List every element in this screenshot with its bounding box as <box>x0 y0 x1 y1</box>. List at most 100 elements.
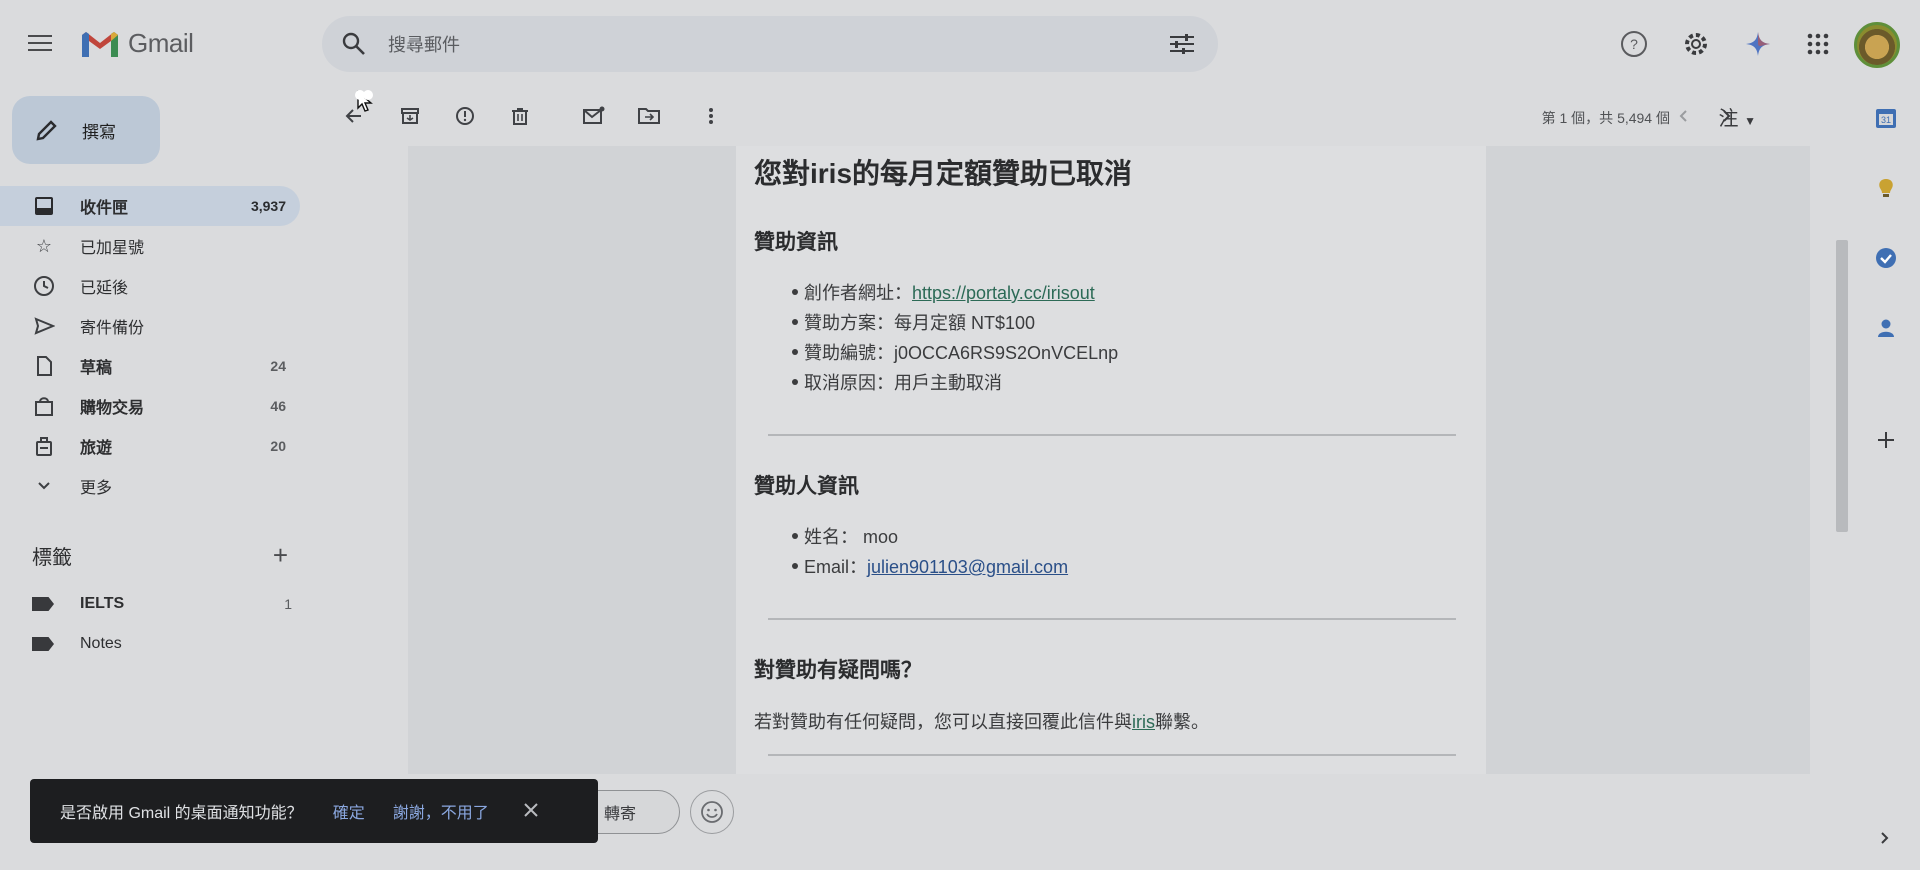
sidebar-item-starred[interactable]: ☆ 已加星號 <box>0 226 300 266</box>
item-count: 46 <box>270 398 286 414</box>
pencil-icon <box>36 120 57 141</box>
label-tag-icon <box>32 637 54 651</box>
sidebar-item-label: 草稿 <box>80 360 113 377</box>
sponsorship-id-text: 贊助編號：j0OCCA6RS9S2OnVCELnp <box>804 343 1119 363</box>
search-bar[interactable]: 搜尋郵件 <box>322 16 1218 72</box>
sidebar-item-label: 更多 <box>80 480 113 497</box>
more-vertical-icon[interactable] <box>697 102 725 130</box>
notification-snackbar: 是否啟用 Gmail 的桌面通知功能？ 確定 謝謝，不用了 <box>30 779 598 843</box>
caret-down-icon: ▼ <box>1744 114 1756 128</box>
divider <box>768 434 1456 436</box>
archive-icon[interactable] <box>396 102 424 130</box>
gmail-m-icon <box>82 31 118 57</box>
search-options-icon[interactable] <box>1170 34 1194 54</box>
sponsor-info-list: 姓名： moo Email：julien901103@gmail.com <box>754 521 1454 581</box>
top-bar: Gmail 搜尋郵件 ? <box>0 0 1920 88</box>
sidebar-item-label: 收件匣 <box>80 200 129 217</box>
sidebar-item-more[interactable]: 更多 <box>0 466 300 506</box>
calendar-icon[interactable]: 31 <box>1870 102 1902 134</box>
sidebar-item-drafts[interactable]: 草稿 24 <box>0 346 300 386</box>
sidebar-item-inbox[interactable]: 收件匣 3,937 <box>0 186 300 226</box>
message-toolbar: 第 1 個，共 5,494 個 注 ▼ <box>330 96 1806 136</box>
pagination-text: 第 1 個，共 5,494 個 <box>1541 110 1670 126</box>
compose-label: 撰寫 <box>82 122 116 142</box>
cancel-reason-text: 取消原因：用戶主動取消 <box>804 373 1002 393</box>
sponsor-name-text: 姓名： moo <box>804 527 899 547</box>
divider <box>768 754 1456 756</box>
report-spam-icon[interactable] <box>451 102 479 130</box>
item-count: 24 <box>270 358 286 374</box>
list-item: 創作者網址：https://portaly.cc/irisout <box>754 277 1454 307</box>
email-margin-left <box>408 146 736 774</box>
input-tools-select[interactable]: 注 ▼ <box>1719 102 1756 131</box>
divider <box>768 618 1456 620</box>
label-count: 1 <box>284 596 292 612</box>
forward-label: 轉寄 <box>603 806 636 823</box>
sidebar-item-label: 寄件備份 <box>80 320 145 337</box>
decline-notifications-button[interactable]: 謝謝，不用了 <box>393 799 489 823</box>
svg-text:31: 31 <box>1881 115 1891 125</box>
trash-icon[interactable] <box>506 102 534 130</box>
list-item: Email：julien901103@gmail.com <box>754 551 1454 581</box>
emoji-reaction-button[interactable] <box>690 790 734 834</box>
chevron-left-icon[interactable] <box>1670 102 1698 130</box>
enable-notifications-button[interactable]: 確定 <box>333 799 365 823</box>
paragraph-text: 聯繫。 <box>1155 712 1209 732</box>
creator-url-label: 創作者網址： <box>804 283 912 303</box>
search-input[interactable]: 搜尋郵件 <box>388 31 460 57</box>
settings-gear-icon[interactable] <box>1676 24 1716 64</box>
send-icon <box>32 314 56 338</box>
sidebar-item-snoozed[interactable]: 已延後 <box>0 266 300 306</box>
sidebar-item-label: 已加星號 <box>80 240 145 257</box>
sidebar-item-sent[interactable]: 寄件備份 <box>0 306 300 346</box>
labels-header: 標籤 + <box>32 540 292 571</box>
sponsor-email-link[interactable]: julien901103@gmail.com <box>867 557 1068 577</box>
inbox-icon <box>32 194 56 218</box>
app-name: Gmail <box>128 28 194 58</box>
input-tools-label: 注 <box>1718 108 1739 130</box>
loading-dots-icon <box>355 90 373 100</box>
sidebar-item-label: 旅遊 <box>80 440 113 457</box>
compose-button[interactable]: 撰寫 <box>12 96 160 164</box>
avatar <box>1854 22 1900 68</box>
scrollbar-thumb[interactable] <box>1836 240 1848 532</box>
help-icon[interactable]: ? <box>1614 24 1654 64</box>
unread-count: 3,937 <box>250 198 286 214</box>
contacts-icon[interactable] <box>1870 312 1902 344</box>
star-icon: ☆ <box>35 235 53 256</box>
gmail-logo[interactable]: Gmail <box>80 28 194 59</box>
section-heading-sponsorship: 贊助資訊 <box>754 231 838 254</box>
email-body: 您對iris的每月定額贊助已取消 <box>754 146 1474 192</box>
sidebar-item-purchases[interactable]: 購物交易 46 <box>0 386 300 426</box>
label-item-ielts[interactable]: IELTS 1 <box>32 584 292 624</box>
mark-unread-icon[interactable] <box>580 102 608 130</box>
creator-url-link[interactable]: https://portaly.cc/irisout <box>912 283 1095 303</box>
gemini-sparkle-icon[interactable] <box>1738 24 1778 64</box>
snackbar-message: 是否啟用 Gmail 的桌面通知功能？ <box>60 805 303 822</box>
creator-name-link[interactable]: iris <box>1132 712 1155 732</box>
expand-side-panel-icon[interactable] <box>1876 826 1892 852</box>
add-app-icon[interactable] <box>1870 424 1902 456</box>
shopping-icon <box>32 394 56 418</box>
account-avatar[interactable] <box>1852 20 1902 70</box>
sidebar-item-travel[interactable]: 旅遊 20 <box>0 426 300 466</box>
tasks-icon[interactable] <box>1870 242 1902 274</box>
list-item: 贊助編號：j0OCCA6RS9S2OnVCELnp <box>754 337 1454 367</box>
close-icon[interactable] <box>523 798 539 824</box>
main-menu-icon[interactable] <box>28 30 60 58</box>
move-to-folder-icon[interactable] <box>635 102 663 130</box>
list-item: 贊助方案：每月定額 NT$100 <box>754 307 1454 337</box>
sidebar-nav: 收件匣 3,937 ☆ 已加星號 已延後 寄件備份 草稿 24 購物交易 46 <box>0 186 300 506</box>
apps-grid-icon[interactable] <box>1798 24 1838 64</box>
sponsorship-info-list: 創作者網址：https://portaly.cc/irisout 贊助方案：每月… <box>754 277 1454 397</box>
sidebar-item-label: 已延後 <box>80 280 129 297</box>
chevron-down-icon <box>32 474 56 498</box>
add-label-icon[interactable]: + <box>273 540 288 571</box>
keep-icon[interactable] <box>1870 172 1902 204</box>
list-item: 姓名： moo <box>754 521 1454 551</box>
sidebar-item-label: 購物交易 <box>80 400 145 417</box>
search-icon[interactable] <box>340 30 368 58</box>
list-item: 取消原因：用戶主動取消 <box>754 367 1454 397</box>
plan-text: 贊助方案：每月定額 NT$100 <box>804 313 1036 333</box>
label-item-notes[interactable]: Notes <box>32 624 292 664</box>
